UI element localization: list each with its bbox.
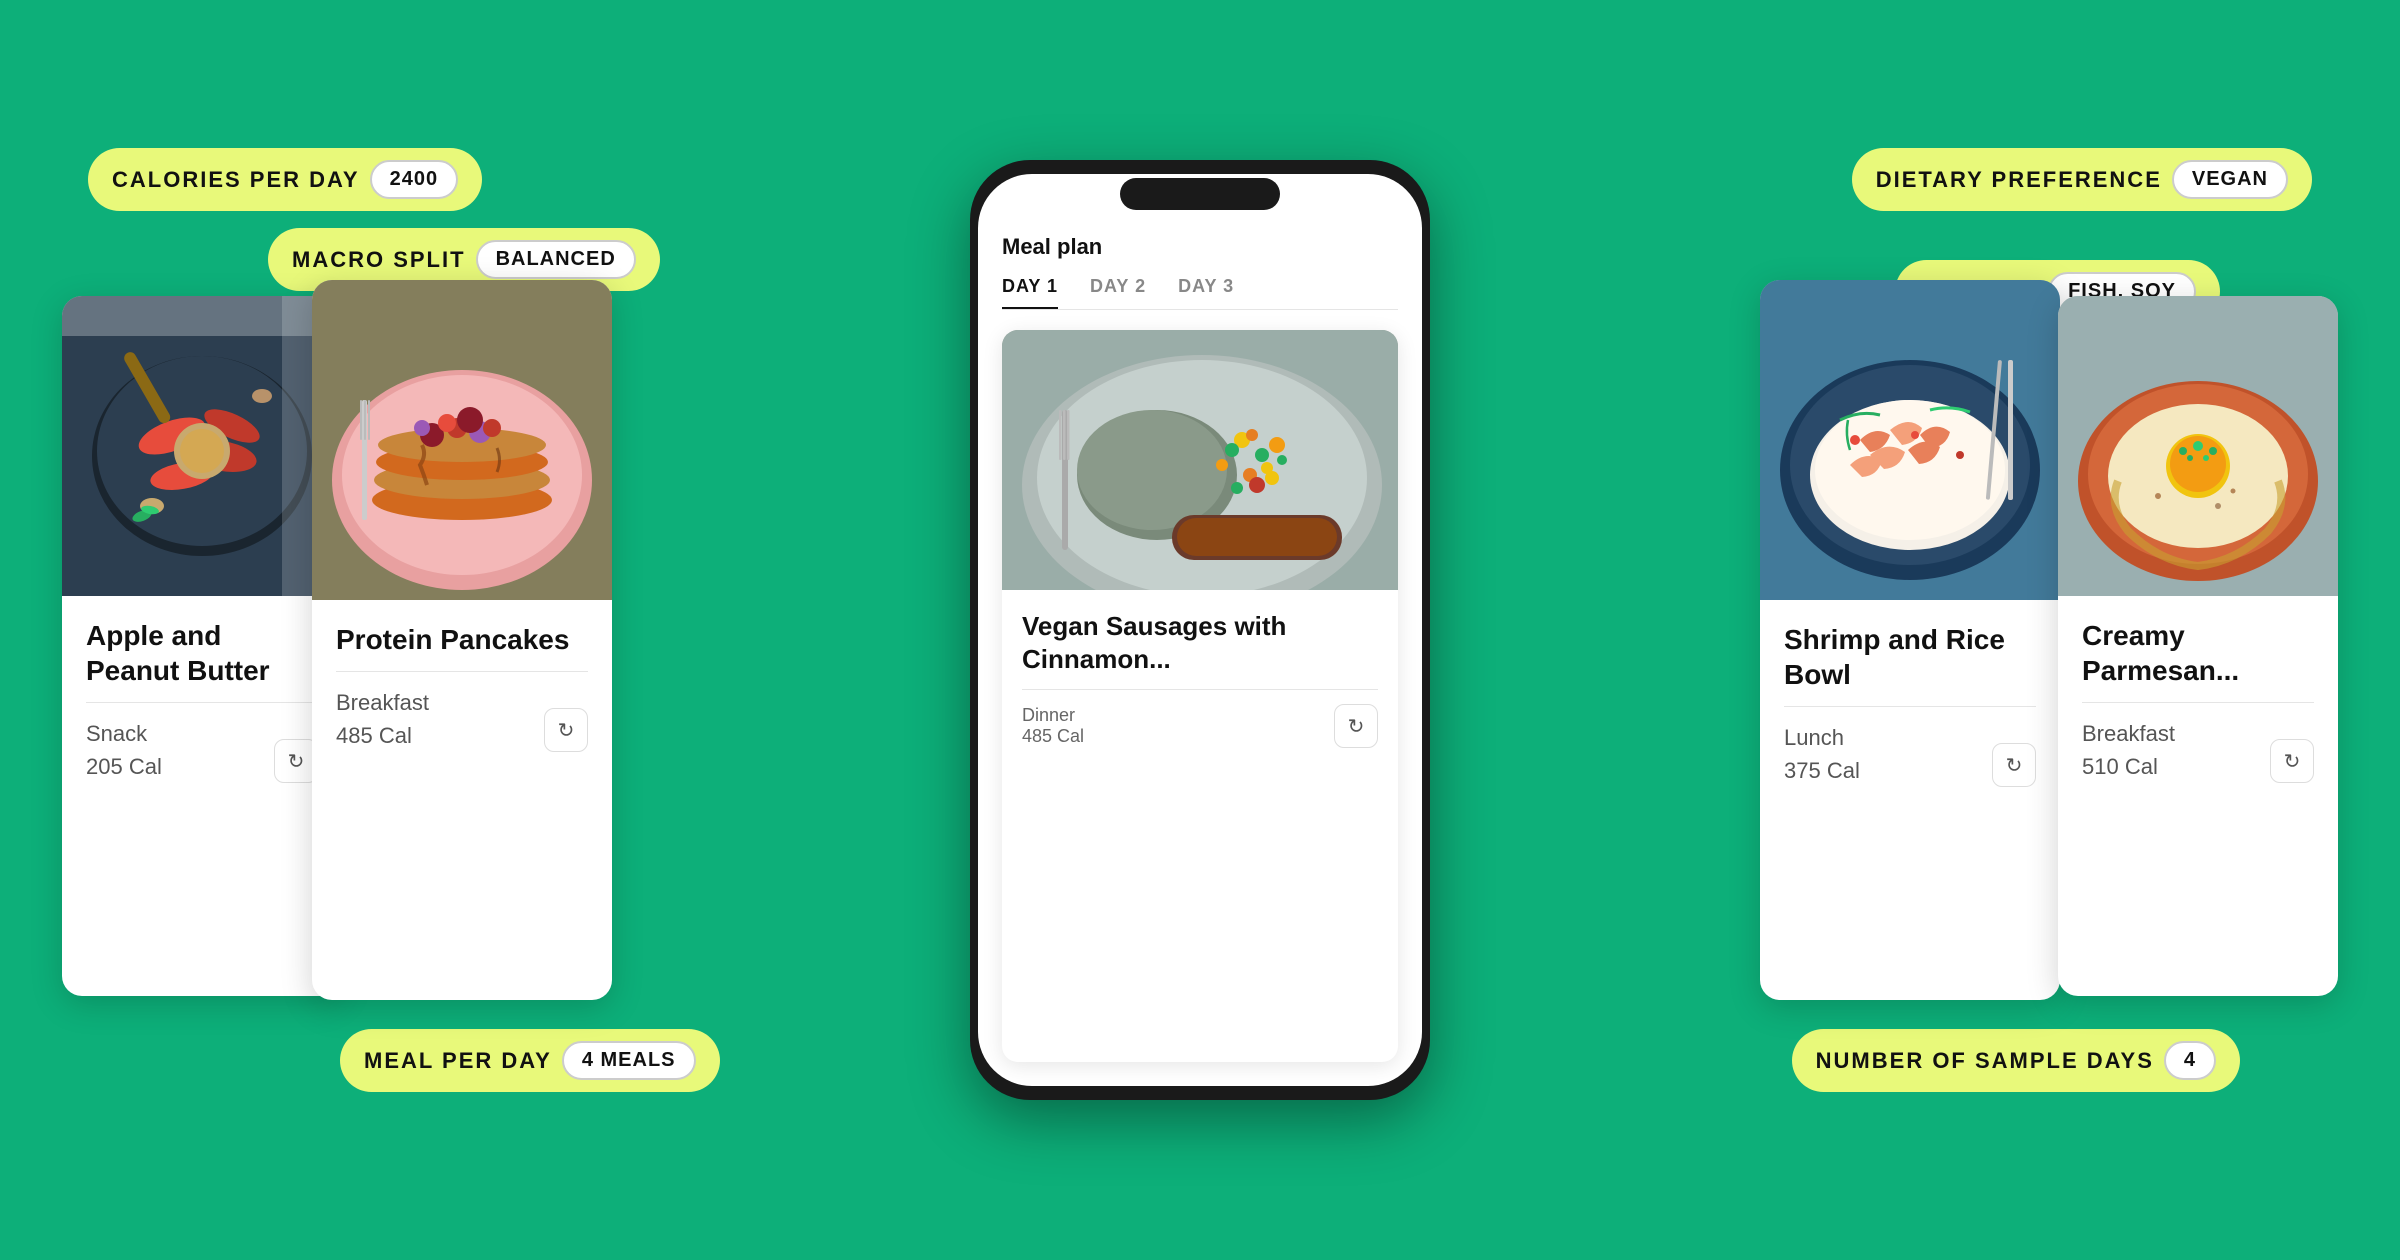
shrimp-refresh-button[interactable]: ↻ — [1992, 743, 2036, 787]
phone-tabs: DAY 1 DAY 2 DAY 3 — [1002, 276, 1398, 310]
apple-card-image — [62, 296, 342, 596]
dietary-label: DIETARY PREFERENCE — [1876, 167, 2162, 193]
sample-days-label: NUMBER OF SAMPLE DAYS — [1816, 1048, 2154, 1074]
dietary-value: VEGAN — [2172, 160, 2288, 199]
shrimp-card-divider — [1784, 706, 2036, 707]
pancakes-card-footer: Breakfast 485 Cal ↻ — [336, 686, 588, 752]
apple-card: Apple and Peanut Butter Snack 205 Cal ↻ — [62, 296, 342, 996]
pancakes-card-body: Protein Pancakes Breakfast 485 Cal ↻ — [312, 600, 612, 1000]
phone-refresh-button[interactable]: ↻ — [1334, 704, 1378, 748]
phone-tab-day2[interactable]: DAY 2 — [1090, 276, 1146, 309]
apple-card-meta: Snack 205 Cal — [86, 717, 162, 783]
meal-per-day-label: MEAL PER DAY — [364, 1048, 552, 1074]
pancakes-calories: 485 Cal — [336, 719, 429, 752]
phone-meal-card: Vegan Sausages with Cinnamon... Dinner 4… — [1002, 330, 1398, 1062]
apple-card-title: Apple and Peanut Butter — [86, 618, 318, 688]
creamy-card-body: Creamy Parmesan... Breakfast 510 Cal ↻ — [2058, 596, 2338, 996]
apple-card-divider — [86, 702, 318, 703]
shrimp-card-image — [1760, 280, 2060, 600]
phone-tab-day3[interactable]: DAY 3 — [1178, 276, 1234, 309]
apple-calories: 205 Cal — [86, 750, 162, 783]
macro-label: MACRO SPLIT — [292, 247, 466, 273]
apple-card-footer: Snack 205 Cal ↻ — [86, 717, 318, 783]
calories-pill: CALORIES PER DAY 2400 — [88, 148, 482, 211]
dietary-pill: DIETARY PREFERENCE VEGAN — [1852, 148, 2312, 211]
creamy-card-footer: Breakfast 510 Cal ↻ — [2082, 717, 2314, 783]
sample-days-value: 4 — [2164, 1041, 2216, 1080]
creamy-refresh-button[interactable]: ↻ — [2270, 739, 2314, 783]
pancakes-card-divider — [336, 671, 588, 672]
shrimp-card-title: Shrimp and Rice Bowl — [1784, 622, 2036, 692]
pancakes-card-meta: Breakfast 485 Cal — [336, 686, 429, 752]
shrimp-card: Shrimp and Rice Bowl Lunch 375 Cal ↻ — [1760, 280, 2060, 1000]
phone-mockup: Meal plan DAY 1 DAY 2 DAY 3 — [970, 160, 1430, 1100]
sample-days-pill: NUMBER OF SAMPLE DAYS 4 — [1792, 1029, 2240, 1092]
phone-notch — [1120, 178, 1280, 210]
apple-card-body: Apple and Peanut Butter Snack 205 Cal ↻ — [62, 596, 342, 996]
phone-header: Meal plan — [1002, 234, 1398, 260]
phone-meal-title: Vegan Sausages with Cinnamon... — [1022, 610, 1378, 675]
phone-meal-body: Vegan Sausages with Cinnamon... Dinner 4… — [1002, 590, 1398, 768]
phone-meal-divider — [1022, 689, 1378, 690]
calories-label: CALORIES PER DAY — [112, 167, 360, 193]
phone-content: Meal plan DAY 1 DAY 2 DAY 3 — [978, 234, 1422, 1086]
pancakes-card-image — [312, 280, 612, 600]
apple-meal-type: Snack — [86, 717, 162, 750]
phone-meal-meta: Dinner 485 Cal — [1022, 705, 1084, 747]
phone-meal-calories: 485 Cal — [1022, 726, 1084, 747]
meal-per-day-pill: MEAL PER DAY 4 MEALS — [340, 1029, 720, 1092]
pancakes-card: Protein Pancakes Breakfast 485 Cal ↻ — [312, 280, 612, 1000]
phone-screen: Meal plan DAY 1 DAY 2 DAY 3 — [978, 174, 1422, 1086]
creamy-card-title: Creamy Parmesan... — [2082, 618, 2314, 688]
pancakes-card-title: Protein Pancakes — [336, 622, 588, 657]
creamy-meal-type: Breakfast — [2082, 717, 2175, 750]
pancakes-meal-type: Breakfast — [336, 686, 429, 719]
phone-meal-image — [1002, 330, 1398, 590]
creamy-card-divider — [2082, 702, 2314, 703]
meal-per-day-value: 4 MEALS — [562, 1041, 696, 1080]
pancakes-refresh-button[interactable]: ↻ — [544, 708, 588, 752]
creamy-card: Creamy Parmesan... Breakfast 510 Cal ↻ — [2058, 296, 2338, 996]
shrimp-card-meta: Lunch 375 Cal — [1784, 721, 1860, 787]
shrimp-card-body: Shrimp and Rice Bowl Lunch 375 Cal ↻ — [1760, 600, 2060, 1000]
shrimp-meal-type: Lunch — [1784, 721, 1860, 754]
creamy-card-meta: Breakfast 510 Cal — [2082, 717, 2175, 783]
shrimp-calories: 375 Cal — [1784, 754, 1860, 787]
macro-value: BALANCED — [476, 240, 636, 279]
phone-meal-type: Dinner — [1022, 705, 1084, 726]
creamy-calories: 510 Cal — [2082, 750, 2175, 783]
shrimp-card-footer: Lunch 375 Cal ↻ — [1784, 721, 2036, 787]
phone-meal-footer: Dinner 485 Cal ↻ — [1022, 704, 1378, 748]
phone-tab-day1[interactable]: DAY 1 — [1002, 276, 1058, 309]
creamy-card-image — [2058, 296, 2338, 596]
calories-value: 2400 — [370, 160, 459, 199]
